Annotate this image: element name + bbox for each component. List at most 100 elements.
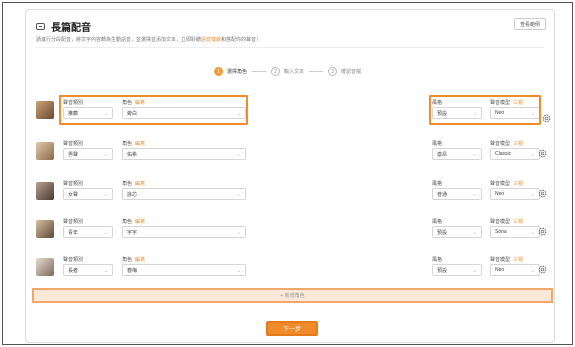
voice-model-label-text: 聲音模型 (490, 141, 511, 147)
style-label: 風格 (432, 181, 443, 187)
add-role-button[interactable]: + 新增角色 (32, 288, 553, 303)
chevron-down-icon: ⌄ (103, 268, 108, 274)
select-value: Neo (495, 191, 505, 197)
gear-icon[interactable] (537, 226, 548, 237)
voice-model-label: 聲音模型 三視 (490, 218, 523, 225)
voice-type-select[interactable]: 女聲 ⌄ (63, 188, 113, 200)
role-select[interactable]: 宇宇 ⌄ (122, 226, 246, 238)
gear-icon[interactable] (541, 113, 552, 124)
model-preview-link[interactable]: 三視 (513, 181, 523, 187)
role-edit-link[interactable]: 編寫 (135, 100, 145, 106)
role-select[interactable]: 旁白 ⌄ (122, 107, 246, 119)
voice-type-label: 聲音類別 (63, 219, 84, 225)
long-dubbing-panel: 長篇配音 請進行分段配音，將文字內容轉為生動語音，並選擇並添加文本，立即聆聽語音… (25, 9, 555, 343)
chevron-down-icon: ⌄ (472, 111, 477, 117)
role-row: 聲音類別 推薦 ⌄ 角色 編寫 旁白 ⌄ 風格 預設 ⌄ 聲音模型 三視 Neo ⌄ (34, 99, 548, 123)
chevron-down-icon: ⌄ (103, 111, 108, 117)
style-select[interactable]: 激昂 ⌄ (432, 148, 482, 160)
role-label: 角色 編寫 (122, 99, 145, 106)
select-value: 預設 (437, 110, 448, 117)
step-input-text[interactable]: 2 輸入文本 (271, 67, 304, 76)
chevron-down-icon: ⌄ (236, 268, 241, 274)
page-header: 長篇配音 (36, 19, 91, 34)
next-step-button[interactable]: 下一步 (266, 321, 318, 336)
voice-type-label: 聲音類別 (63, 141, 84, 147)
chevron-down-icon: ⌄ (103, 192, 108, 198)
chevron-down-icon: ⌄ (530, 152, 535, 158)
role-select[interactable]: 春梅 ⌄ (122, 264, 246, 276)
chevron-down-icon: ⌄ (472, 268, 477, 274)
role-edit-link[interactable]: 編寫 (135, 257, 145, 263)
style-select[interactable]: 預設 ⌄ (432, 264, 482, 276)
voice-type-select[interactable]: 男聲 ⌄ (63, 148, 113, 160)
role-row: 聲音類別 女聲 ⌄ 角色 編寫 詠芯 ⌄ 風格 普通 ⌄ 聲音模型 三視 Neo ⌄ (34, 180, 548, 204)
view-sample-button[interactable]: 查看範例 (514, 18, 546, 30)
style-select[interactable]: 預設 ⌄ (432, 226, 482, 238)
select-value: Neo (495, 267, 505, 273)
style-label: 風格 (432, 100, 443, 106)
voice-type-select[interactable]: 長者 ⌄ (63, 264, 113, 276)
select-value: 預設 (437, 229, 448, 236)
voice-model-select[interactable]: Neo ⌄ (490, 107, 540, 119)
chevron-down-icon: ⌄ (530, 268, 535, 274)
select-value: Neo (495, 110, 505, 116)
step-label: 選擇角色 (227, 69, 248, 75)
step-number: 3 (328, 67, 338, 76)
select-value: 宇宇 (127, 229, 138, 236)
role-select[interactable]: 佑希 ⌄ (122, 148, 246, 160)
model-preview-link[interactable]: 三視 (513, 219, 523, 225)
model-preview-link[interactable]: 三視 (513, 257, 523, 263)
select-value: Classic (495, 151, 512, 157)
chevron-down-icon: ⌄ (236, 192, 241, 198)
voice-model-select[interactable]: Neo ⌄ (490, 264, 540, 276)
role-row: 聲音類別 男聲 ⌄ 角色 編寫 佑希 ⌄ 風格 激昂 ⌄ 聲音模型 三視 Classic ⌄ (34, 140, 548, 164)
select-value: 春梅 (127, 267, 138, 274)
role-label-text: 角色 (122, 141, 133, 147)
step-select-role[interactable]: 1 選擇角色 (214, 67, 247, 76)
voice-model-select[interactable]: Classic ⌄ (490, 148, 540, 160)
select-value: 激昂 (437, 151, 448, 158)
role-edit-link[interactable]: 編寫 (135, 141, 145, 147)
select-value: 預設 (437, 267, 448, 274)
role-select[interactable]: 詠芯 ⌄ (122, 188, 246, 200)
style-select[interactable]: 預設 ⌄ (432, 107, 482, 119)
role-label: 角色 編寫 (122, 140, 145, 147)
role-edit-link[interactable]: 編寫 (135, 181, 145, 187)
voice-model-label: 聲音模型 三視 (490, 256, 523, 263)
gear-icon[interactable] (537, 188, 548, 199)
voice-type-select[interactable]: 推薦 ⌄ (63, 107, 113, 119)
voice-type-label: 聲音類別 (63, 257, 84, 263)
gear-icon[interactable] (537, 148, 548, 159)
style-select[interactable]: 普通 ⌄ (432, 188, 482, 200)
model-preview-link[interactable]: 三視 (513, 141, 523, 147)
step-number: 2 (271, 67, 281, 76)
select-value: 佑希 (127, 151, 138, 158)
chevron-down-icon: ⌄ (530, 192, 535, 198)
role-edit-link[interactable]: 編寫 (135, 219, 145, 225)
step-confirm-audio[interactable]: 3 確認音檔 (328, 67, 361, 76)
role-label-text: 角色 (122, 257, 133, 263)
role-row: 聲音類別 長者 ⌄ 角色 編寫 春梅 ⌄ 風格 預設 ⌄ 聲音模型 三視 Neo ⌄ (34, 256, 548, 280)
select-value: 青年 (68, 229, 79, 236)
select-value: 詠芯 (127, 191, 138, 198)
model-preview-link[interactable]: 三視 (513, 100, 523, 106)
stepper: 1 選擇角色 2 輸入文本 3 確認音檔 (214, 67, 361, 76)
select-value: 女聲 (68, 191, 79, 198)
voice-type-select[interactable]: 青年 ⌄ (63, 226, 113, 238)
voice-model-label: 聲音模型 三視 (490, 140, 523, 147)
chevron-down-icon: ⌄ (103, 152, 108, 158)
style-label: 風格 (432, 141, 443, 147)
subtitle-link[interactable]: 語音樣貌 (201, 37, 221, 43)
voice-model-select[interactable]: Sona ⌄ (490, 226, 540, 238)
voice-type-label: 聲音類別 (63, 181, 84, 187)
chevron-down-icon: ⌄ (530, 230, 535, 236)
screenshot-frame: 長篇配音 請進行分段配音，將文字內容轉為生動語音，並選擇並添加文本，立即聆聽語音… (2, 2, 573, 345)
role-label: 角色 編寫 (122, 180, 145, 187)
gear-icon[interactable] (537, 264, 548, 275)
chevron-down-icon: ⌄ (472, 152, 477, 158)
voice-model-select[interactable]: Neo ⌄ (490, 188, 540, 200)
voice-model-label-text: 聲音模型 (490, 257, 511, 263)
header-divider (36, 47, 544, 48)
step-number: 1 (214, 67, 223, 76)
subtitle-text: 請進行分段配音，將文字內容轉為生動語音，並選擇並添加文本，立即聆聽 (36, 37, 202, 43)
